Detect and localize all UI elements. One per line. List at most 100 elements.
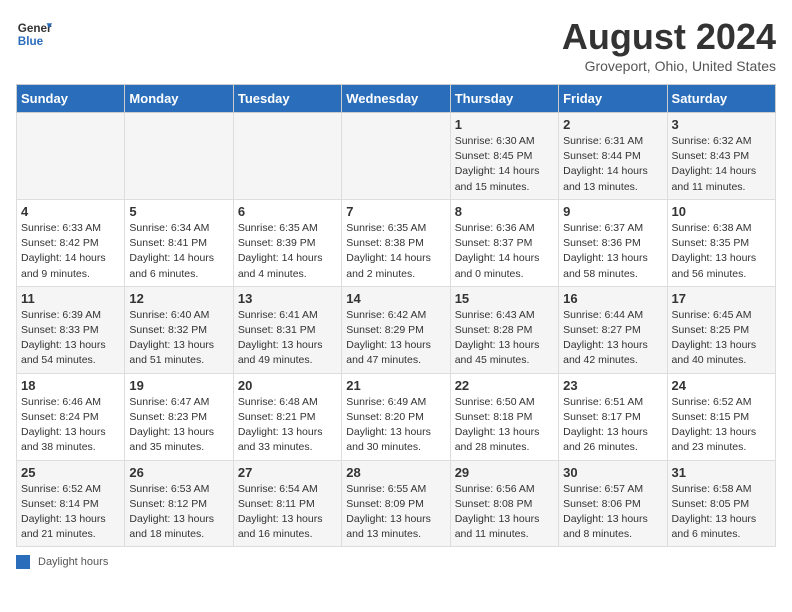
legend-color-box	[16, 555, 30, 569]
day-number: 14	[346, 291, 445, 306]
day-info: Sunrise: 6:34 AM Sunset: 8:41 PM Dayligh…	[129, 221, 228, 282]
calendar-cell: 23 Sunrise: 6:51 AM Sunset: 8:17 PM Dayli…	[559, 373, 667, 460]
title-block: August 2024 Groveport, Ohio, United Stat…	[562, 16, 776, 74]
calendar-cell: 30Sunrise: 6:57 AM Sunset: 8:06 PM Dayli…	[559, 460, 667, 547]
header-thursday: Thursday	[450, 85, 558, 113]
day-info: Sunrise: 6:38 AM Sunset: 8:35 PM Dayligh…	[672, 221, 771, 282]
day-info: Sunrise: 6:30 AM Sunset: 8:45 PM Dayligh…	[455, 134, 554, 195]
calendar-week-row: 1 Sunrise: 6:30 AM Sunset: 8:45 PM Daylig…	[17, 113, 776, 200]
day-info: Sunrise: 6:37 AM Sunset: 8:36 PM Dayligh…	[563, 221, 662, 282]
day-info: Sunrise: 6:46 AM Sunset: 8:24 PM Dayligh…	[21, 395, 120, 456]
calendar-cell: 28 Sunrise: 6:55 AM Sunset: 8:09 PM Dayli…	[342, 460, 450, 547]
day-number: 28	[346, 465, 445, 480]
calendar-cell: 18 Sunrise: 6:46 AM Sunset: 8:24 PM Dayli…	[17, 373, 125, 460]
svg-text:General: General	[18, 22, 52, 35]
header-sunday: Sunday	[17, 85, 125, 113]
header-tuesday: Tuesday	[233, 85, 341, 113]
day-number: 20	[238, 378, 337, 393]
day-number: 3	[672, 117, 771, 132]
calendar-cell	[17, 113, 125, 200]
calendar-cell: 9 Sunrise: 6:37 AM Sunset: 8:36 PM Daylig…	[559, 199, 667, 286]
day-info: Sunrise: 6:52 AM Sunset: 8:14 PM Dayligh…	[21, 482, 120, 543]
header-saturday: Saturday	[667, 85, 775, 113]
header-wednesday: Wednesday	[342, 85, 450, 113]
day-number: 26	[129, 465, 228, 480]
day-info: Sunrise: 6:35 AM Sunset: 8:39 PM Dayligh…	[238, 221, 337, 282]
day-number: 4	[21, 204, 120, 219]
day-number: 19	[129, 378, 228, 393]
day-info: Sunrise: 6:42 AM Sunset: 8:29 PM Dayligh…	[346, 308, 445, 369]
day-info: Sunrise: 6:51 AM Sunset: 8:17 PM Dayligh…	[563, 395, 662, 456]
calendar-cell: 13 Sunrise: 6:41 AM Sunset: 8:31 PM Dayli…	[233, 286, 341, 373]
calendar-cell: 8Sunrise: 6:36 AM Sunset: 8:37 PM Daylig…	[450, 199, 558, 286]
calendar-cell: 10 Sunrise: 6:38 AM Sunset: 8:35 PM Dayli…	[667, 199, 775, 286]
page-title: August 2024	[562, 16, 776, 58]
day-number: 2	[563, 117, 662, 132]
day-number: 15	[455, 291, 554, 306]
calendar-week-row: 4 Sunrise: 6:33 AM Sunset: 8:42 PM Daylig…	[17, 199, 776, 286]
day-number: 9	[563, 204, 662, 219]
day-number: 24	[672, 378, 771, 393]
day-number: 6	[238, 204, 337, 219]
day-info: Sunrise: 6:45 AM Sunset: 8:25 PM Dayligh…	[672, 308, 771, 369]
calendar-cell: 20 Sunrise: 6:48 AM Sunset: 8:21 PM Dayli…	[233, 373, 341, 460]
day-info: Sunrise: 6:47 AM Sunset: 8:23 PM Dayligh…	[129, 395, 228, 456]
calendar-header-row: SundayMondayTuesdayWednesdayThursdayFrid…	[17, 85, 776, 113]
day-number: 22	[455, 378, 554, 393]
calendar-cell: 26Sunrise: 6:53 AM Sunset: 8:12 PM Dayli…	[125, 460, 233, 547]
page-header: General Blue August 2024 Groveport, Ohio…	[16, 16, 776, 74]
calendar-week-row: 11 Sunrise: 6:39 AM Sunset: 8:33 PM Dayli…	[17, 286, 776, 373]
calendar-cell	[342, 113, 450, 200]
day-info: Sunrise: 6:58 AM Sunset: 8:05 PM Dayligh…	[672, 482, 771, 543]
day-info: Sunrise: 6:43 AM Sunset: 8:28 PM Dayligh…	[455, 308, 554, 369]
calendar-cell: 31Sunrise: 6:58 AM Sunset: 8:05 PM Dayli…	[667, 460, 775, 547]
day-number: 27	[238, 465, 337, 480]
calendar-cell: 5Sunrise: 6:34 AM Sunset: 8:41 PM Daylig…	[125, 199, 233, 286]
calendar-cell: 1 Sunrise: 6:30 AM Sunset: 8:45 PM Daylig…	[450, 113, 558, 200]
legend-label: Daylight hours	[38, 556, 108, 568]
calendar-cell	[125, 113, 233, 200]
day-number: 7	[346, 204, 445, 219]
calendar-cell: 14 Sunrise: 6:42 AM Sunset: 8:29 PM Dayli…	[342, 286, 450, 373]
calendar-week-row: 25Sunrise: 6:52 AM Sunset: 8:14 PM Dayli…	[17, 460, 776, 547]
calendar-cell: 22 Sunrise: 6:50 AM Sunset: 8:18 PM Dayli…	[450, 373, 558, 460]
day-info: Sunrise: 6:33 AM Sunset: 8:42 PM Dayligh…	[21, 221, 120, 282]
calendar-cell: 16Sunrise: 6:44 AM Sunset: 8:27 PM Dayli…	[559, 286, 667, 373]
calendar-cell: 3Sunrise: 6:32 AM Sunset: 8:43 PM Daylig…	[667, 113, 775, 200]
day-info: Sunrise: 6:50 AM Sunset: 8:18 PM Dayligh…	[455, 395, 554, 456]
day-number: 18	[21, 378, 120, 393]
day-number: 29	[455, 465, 554, 480]
calendar-cell: 17 Sunrise: 6:45 AM Sunset: 8:25 PM Dayli…	[667, 286, 775, 373]
calendar-cell: 25Sunrise: 6:52 AM Sunset: 8:14 PM Dayli…	[17, 460, 125, 547]
calendar-cell: 19 Sunrise: 6:47 AM Sunset: 8:23 PM Dayli…	[125, 373, 233, 460]
day-number: 21	[346, 378, 445, 393]
day-info: Sunrise: 6:36 AM Sunset: 8:37 PM Dayligh…	[455, 221, 554, 282]
day-number: 23	[563, 378, 662, 393]
calendar-cell: 4 Sunrise: 6:33 AM Sunset: 8:42 PM Daylig…	[17, 199, 125, 286]
calendar-cell: 27 Sunrise: 6:54 AM Sunset: 8:11 PM Dayli…	[233, 460, 341, 547]
day-number: 11	[21, 291, 120, 306]
calendar-table: SundayMondayTuesdayWednesdayThursdayFrid…	[16, 84, 776, 547]
header-monday: Monday	[125, 85, 233, 113]
day-info: Sunrise: 6:54 AM Sunset: 8:11 PM Dayligh…	[238, 482, 337, 543]
day-info: Sunrise: 6:39 AM Sunset: 8:33 PM Dayligh…	[21, 308, 120, 369]
day-info: Sunrise: 6:49 AM Sunset: 8:20 PM Dayligh…	[346, 395, 445, 456]
calendar-cell: 7 Sunrise: 6:35 AM Sunset: 8:38 PM Daylig…	[342, 199, 450, 286]
calendar-cell: 6 Sunrise: 6:35 AM Sunset: 8:39 PM Daylig…	[233, 199, 341, 286]
page-subtitle: Groveport, Ohio, United States	[562, 58, 776, 74]
day-info: Sunrise: 6:48 AM Sunset: 8:21 PM Dayligh…	[238, 395, 337, 456]
day-info: Sunrise: 6:41 AM Sunset: 8:31 PM Dayligh…	[238, 308, 337, 369]
day-number: 10	[672, 204, 771, 219]
day-number: 17	[672, 291, 771, 306]
day-number: 13	[238, 291, 337, 306]
day-info: Sunrise: 6:52 AM Sunset: 8:15 PM Dayligh…	[672, 395, 771, 456]
day-info: Sunrise: 6:31 AM Sunset: 8:44 PM Dayligh…	[563, 134, 662, 195]
day-number: 16	[563, 291, 662, 306]
day-number: 1	[455, 117, 554, 132]
logo-icon: General Blue	[16, 16, 52, 52]
day-number: 30	[563, 465, 662, 480]
calendar-cell: 11 Sunrise: 6:39 AM Sunset: 8:33 PM Dayli…	[17, 286, 125, 373]
day-info: Sunrise: 6:35 AM Sunset: 8:38 PM Dayligh…	[346, 221, 445, 282]
calendar-cell: 12Sunrise: 6:40 AM Sunset: 8:32 PM Dayli…	[125, 286, 233, 373]
day-info: Sunrise: 6:55 AM Sunset: 8:09 PM Dayligh…	[346, 482, 445, 543]
